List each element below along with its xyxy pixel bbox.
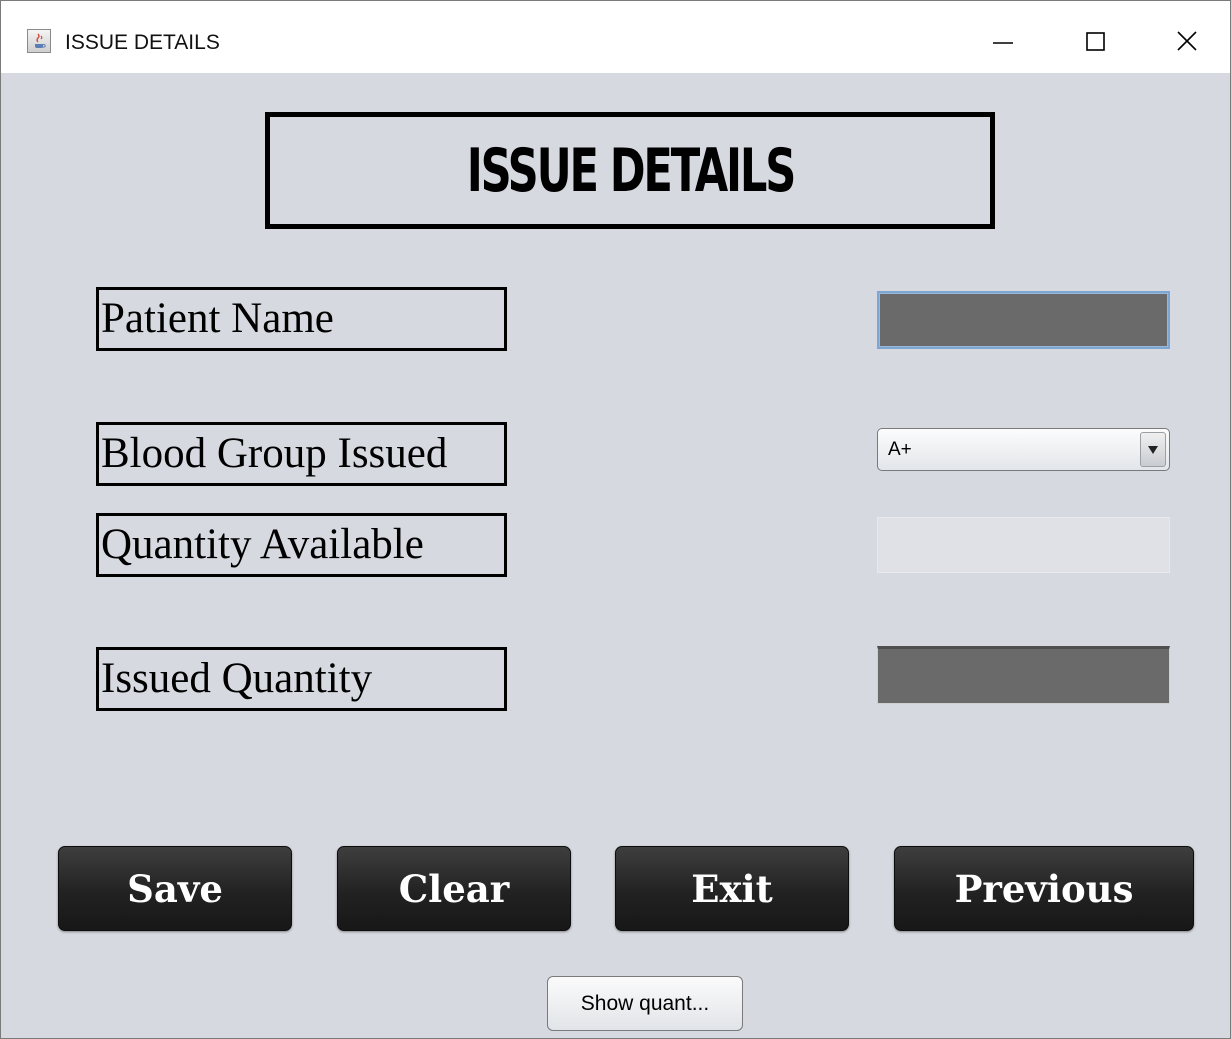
blood-group-select[interactable]: A+ xyxy=(877,428,1170,471)
close-icon xyxy=(1177,31,1197,51)
save-button[interactable]: Save xyxy=(58,846,292,931)
maximize-button[interactable] xyxy=(1071,19,1119,63)
title-bar[interactable]: ISSUE DETAILS xyxy=(1,1,1230,73)
patient-name-label: Patient Name xyxy=(96,287,507,351)
exit-button[interactable]: Exit xyxy=(615,846,849,931)
page-heading: ISSUE DETAILS xyxy=(466,135,796,206)
window-title: ISSUE DETAILS xyxy=(65,31,220,54)
maximize-icon xyxy=(1086,32,1105,51)
issued-quantity-input[interactable] xyxy=(877,646,1170,704)
clear-button[interactable]: Clear xyxy=(337,846,571,931)
chevron-down-icon xyxy=(1148,446,1158,454)
minimize-button[interactable] xyxy=(979,19,1027,63)
blood-group-label: Blood Group Issued xyxy=(96,422,507,486)
close-button[interactable] xyxy=(1163,19,1211,63)
show-quantity-button[interactable]: Show quant... xyxy=(547,976,743,1031)
patient-name-input[interactable] xyxy=(877,291,1170,349)
page-heading-frame: ISSUE DETAILS xyxy=(265,112,995,229)
minimize-icon xyxy=(993,42,1013,44)
dropdown-button[interactable] xyxy=(1140,432,1166,467)
blood-group-selected-value: A+ xyxy=(888,439,912,460)
previous-button[interactable]: Previous xyxy=(894,846,1194,931)
quantity-available-label: Quantity Available xyxy=(96,513,507,577)
app-window: ISSUE DETAILS ISSUE DETAILS Patient Name… xyxy=(0,0,1231,1039)
quantity-available-field xyxy=(877,517,1170,573)
java-cup-icon xyxy=(27,29,51,53)
issued-quantity-label: Issued Quantity xyxy=(96,647,507,711)
